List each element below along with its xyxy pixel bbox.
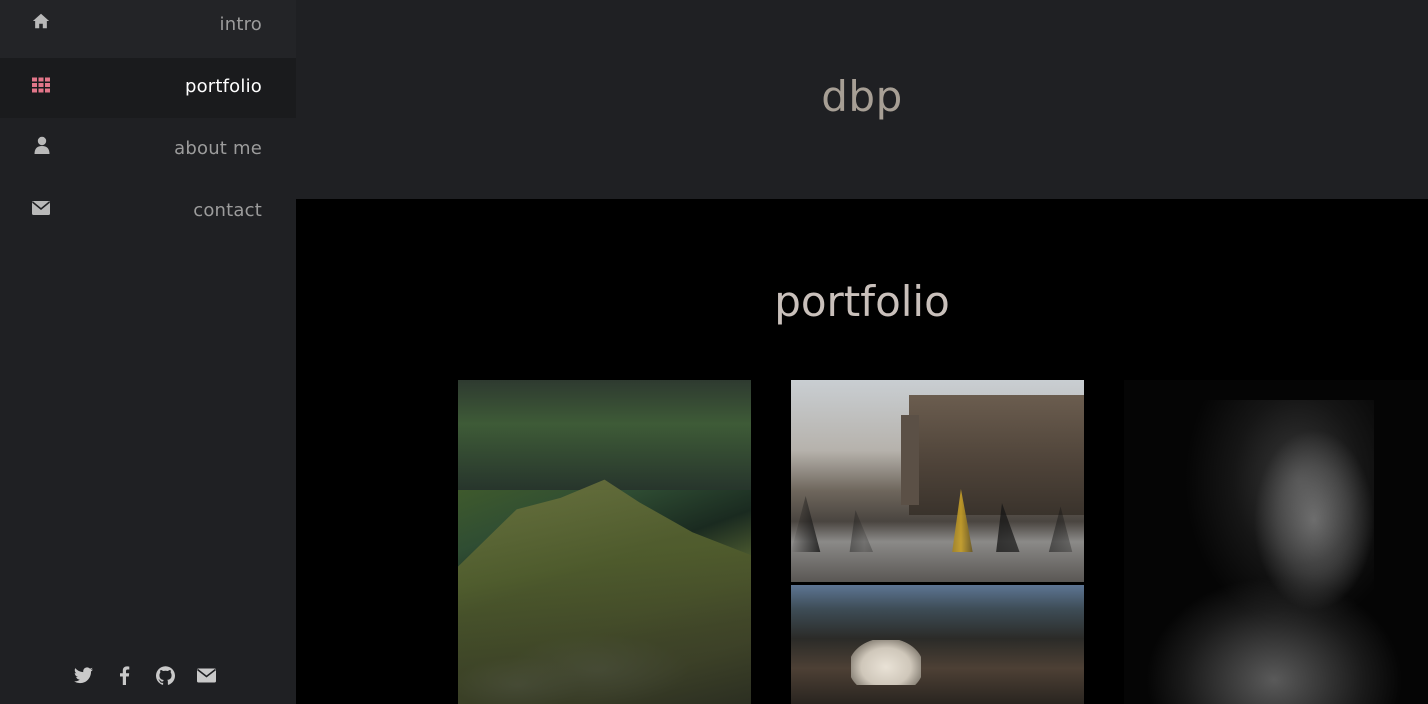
sidebar-item-portfolio[interactable]: portfolio [0,58,296,118]
photo-mountain[interactable] [458,380,751,704]
photo-city-square[interactable] [791,380,1084,582]
twitter-icon[interactable] [74,666,93,685]
photo-portrait[interactable] [1124,380,1428,704]
photo-detail [851,640,921,685]
site-title[interactable]: dbp [296,72,1428,121]
facebook-icon[interactable] [115,666,134,685]
sidebar-item-about-me[interactable]: about me [0,118,296,180]
github-icon[interactable] [156,666,175,685]
sidebar-item-label: contact [193,200,262,221]
sidebar-item-intro[interactable]: intro [0,0,296,58]
photo-detail [1184,400,1374,630]
sidebar-item-contact[interactable]: contact [0,180,296,240]
sidebar-item-label: intro [219,14,262,35]
sidebar-item-label: about me [174,138,262,159]
photo-market[interactable] [791,585,1084,704]
envelope-icon [32,201,50,215]
header: dbp [296,0,1428,199]
photo-detail [901,415,919,505]
sidebar-item-label: portfolio [184,76,262,97]
photo-detail [909,395,1084,515]
portfolio-section: portfolio [296,199,1428,704]
photo-detail [458,380,751,490]
home-icon [32,13,50,29]
grid-icon [32,77,50,93]
photo-detail [458,479,751,704]
envelope-icon[interactable] [197,666,216,685]
section-title: portfolio [774,277,950,326]
user-icon [34,136,50,154]
social-links [74,666,216,685]
sidebar: intro portfolio about me contact [0,0,296,704]
